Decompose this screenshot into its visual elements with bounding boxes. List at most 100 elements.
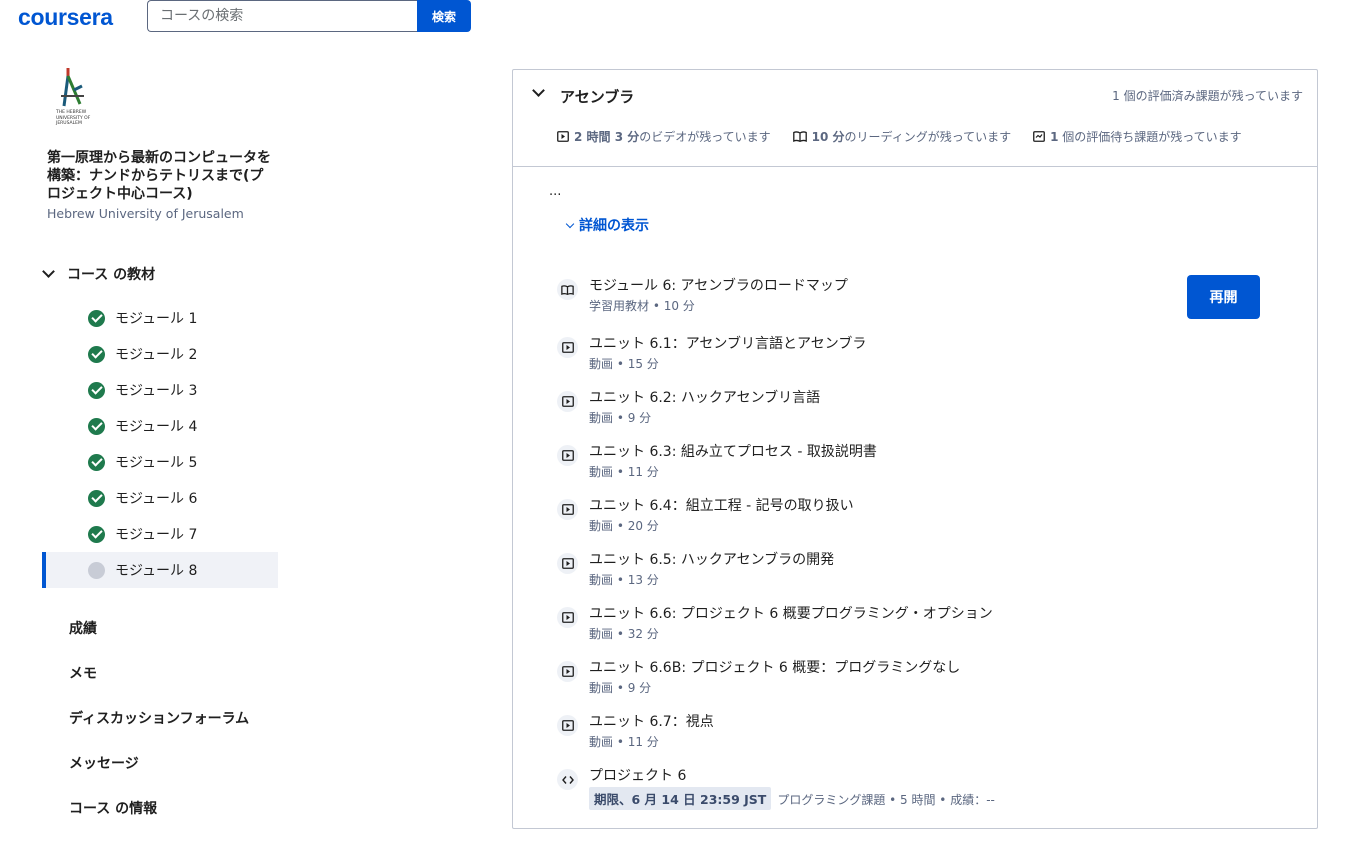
lesson-item-list: モジュール 6: アセンブラのロードマップ 学習用教材 • 10 分 ユニット …	[557, 275, 1297, 819]
video-icon	[557, 337, 578, 358]
reading-remaining-text: のリーディングが残っています	[844, 130, 1012, 144]
pending-remaining-stat: 1 個の評価待ち課題が残っています	[1033, 128, 1242, 145]
course-university: Hebrew University of Jerusalem	[47, 206, 244, 221]
sidebar-item-module-3[interactable]: モジュール 3	[42, 372, 278, 408]
lesson-title: プロジェクト 6	[589, 768, 687, 784]
chevron-down-icon	[565, 219, 575, 228]
search-button[interactable]: 検索	[417, 0, 471, 32]
lesson-title: ユニット 6.6B: プロジェクト 6 概要：プログラミングなし	[589, 660, 961, 676]
module-label: モジュール 4	[115, 419, 198, 435]
assignment-icon	[1033, 131, 1045, 142]
completed-check-icon	[88, 525, 105, 543]
module-label: モジュール 6	[115, 491, 198, 507]
book-icon	[557, 279, 578, 300]
completed-check-icon	[88, 453, 105, 471]
module-list: モジュール 1 モジュール 2 モジュール 3 モジュール 4 モジュール 5 …	[42, 300, 278, 588]
pending-remaining-text: 個の評価待ち課題が残っています	[1062, 130, 1242, 144]
completed-check-icon	[88, 381, 105, 399]
deadline-badge: 期限、6 月 14 日 23:59 JST	[589, 787, 772, 810]
sidebar-item-module-1[interactable]: モジュール 1	[42, 300, 278, 336]
lesson-meta: 動画 • 32 分	[589, 627, 659, 641]
lesson-meta: 動画 • 9 分	[589, 411, 652, 425]
sidebar-item-module-2[interactable]: モジュール 2	[42, 336, 278, 372]
lesson-meta: 動画 • 11 分	[589, 465, 659, 479]
lesson-meta: 動画 • 13 分	[589, 573, 659, 587]
module-label: モジュール 5	[115, 455, 198, 471]
lesson-title: ユニット 6.5: ハックアセンブラの開発	[589, 552, 835, 568]
sidebar-nav-course-info[interactable]: コース の情報	[69, 798, 157, 818]
lesson-title: ユニット 6.7：視点	[589, 714, 714, 730]
video-icon	[557, 715, 578, 736]
module-label: モジュール 7	[115, 527, 198, 543]
lesson-meta: 動画 • 11 分	[589, 735, 659, 749]
course-materials-label: コース の教材	[67, 267, 156, 283]
show-more-link[interactable]: 詳細の表示	[565, 215, 649, 235]
lesson-item[interactable]: ユニット 6.3: 組み立てプロセス - 取扱説明書 動画 • 11 分	[557, 441, 1297, 495]
search-input[interactable]	[147, 0, 417, 32]
lesson-item[interactable]: モジュール 6: アセンブラのロードマップ 学習用教材 • 10 分	[557, 275, 1297, 333]
video-icon	[557, 607, 578, 628]
lesson-section-panel: アセンブラ 1 個の評価済み課題が残っています 2 時間 3 分のビデオが残って…	[512, 69, 1318, 829]
show-more-label: 詳細の表示	[579, 218, 649, 234]
module-label: モジュール 1	[115, 311, 198, 327]
section-header[interactable]: アセンブラ 1 個の評価済み課題が残っています 2 時間 3 分のビデオが残って…	[513, 70, 1317, 167]
lesson-item[interactable]: ユニット 6.6B: プロジェクト 6 概要：プログラミングなし 動画 • 9 …	[557, 657, 1297, 711]
section-stats: 2 時間 3 分のビデオが残っています 10 分のリーディングが残っています 1…	[557, 128, 1242, 145]
sidebar-item-module-7[interactable]: モジュール 7	[42, 516, 278, 552]
lesson-title: ユニット 6.3: 組み立てプロセス - 取扱説明書	[589, 444, 877, 460]
lesson-meta: 動画 • 20 分	[589, 519, 659, 533]
sidebar-item-module-5[interactable]: モジュール 5	[42, 444, 278, 480]
sidebar-nav-messages[interactable]: メッセージ	[69, 753, 139, 773]
video-icon	[557, 445, 578, 466]
sidebar-nav-discussion-forums[interactable]: ディスカッションフォーラム	[69, 708, 249, 728]
module-label: モジュール 2	[115, 347, 198, 363]
lesson-item[interactable]: ユニット 6.4：組立工程 - 記号の取り扱い 動画 • 20 分	[557, 495, 1297, 549]
lesson-item[interactable]: ユニット 6.1：アセンブリ言語とアセンブラ 動画 • 15 分	[557, 333, 1297, 387]
sidebar-item-module-8[interactable]: モジュール 8	[42, 552, 278, 588]
lesson-title: ユニット 6.6: プロジェクト 6 概要プログラミング・オプション	[589, 606, 993, 622]
description-ellipsis: ...	[549, 184, 562, 199]
sidebar-item-module-6[interactable]: モジュール 6	[42, 480, 278, 516]
lesson-title: ユニット 6.4：組立工程 - 記号の取り扱い	[589, 498, 854, 514]
lesson-item[interactable]: プロジェクト 6 期限、6 月 14 日 23:59 JST プログラミング課題 …	[557, 765, 1297, 819]
video-remaining-stat: 2 時間 3 分のビデオが残っています	[557, 128, 771, 145]
lesson-meta: 動画 • 9 分	[589, 681, 652, 695]
in-progress-circle-icon	[88, 561, 105, 579]
lesson-title: モジュール 6: アセンブラのロードマップ	[589, 278, 848, 294]
coursera-logo[interactable]: coursera	[18, 4, 113, 31]
module-label: モジュール 3	[115, 383, 198, 399]
book-icon	[792, 131, 807, 142]
lesson-meta: 期限、6 月 14 日 23:59 JST プログラミング課題 • 5 時間 • …	[589, 787, 995, 810]
completed-check-icon	[88, 417, 105, 435]
video-remaining-text: のビデオが残っています	[639, 130, 771, 144]
lesson-item[interactable]: ユニット 6.5: ハックアセンブラの開発 動画 • 13 分	[557, 549, 1297, 603]
course-title[interactable]: 第一原理から最新のコンピュータを構築：ナンドからテトリスまで(プロジェクト中心コ…	[47, 149, 277, 203]
course-materials-toggle[interactable]: コース の教材	[42, 264, 156, 284]
reading-remaining-amount: 10 分	[811, 130, 845, 144]
chevron-down-icon	[532, 84, 545, 97]
video-icon	[557, 661, 578, 682]
lesson-meta-text: プログラミング課題 • 5 時間 • 成績：--	[777, 793, 995, 807]
sidebar-item-module-4[interactable]: モジュール 4	[42, 408, 278, 444]
graded-remaining-text: 1 個の評価済み課題が残っています	[1112, 89, 1303, 103]
module-label: モジュール 8	[115, 563, 198, 579]
lesson-item[interactable]: ユニット 6.7：視点 動画 • 11 分	[557, 711, 1297, 765]
lesson-meta: 動画 • 15 分	[589, 357, 659, 371]
pending-remaining-amount: 1	[1050, 130, 1059, 144]
reading-remaining-stat: 10 分のリーディングが残っています	[792, 128, 1012, 145]
video-icon	[557, 391, 578, 412]
video-icon	[557, 131, 569, 142]
lesson-item[interactable]: ユニット 6.2: ハックアセンブリ言語 動画 • 9 分	[557, 387, 1297, 441]
video-remaining-amount: 2 時間 3 分	[574, 130, 640, 144]
completed-check-icon	[88, 345, 105, 363]
lesson-item[interactable]: ユニット 6.6: プロジェクト 6 概要プログラミング・オプション 動画 • …	[557, 603, 1297, 657]
video-icon	[557, 499, 578, 520]
video-icon	[557, 553, 578, 574]
university-logo: THE HEBREW UNIVERSITY OF JERUSALEM	[56, 66, 100, 132]
completed-check-icon	[88, 489, 105, 507]
lesson-title: ユニット 6.1：アセンブリ言語とアセンブラ	[589, 336, 867, 352]
sidebar-nav-notes[interactable]: メモ	[69, 663, 97, 683]
sidebar-nav-grades[interactable]: 成績	[69, 618, 97, 638]
menorah-icon	[61, 68, 84, 107]
university-logo-text: THE HEBREW UNIVERSITY OF JERUSALEM	[56, 110, 91, 126]
